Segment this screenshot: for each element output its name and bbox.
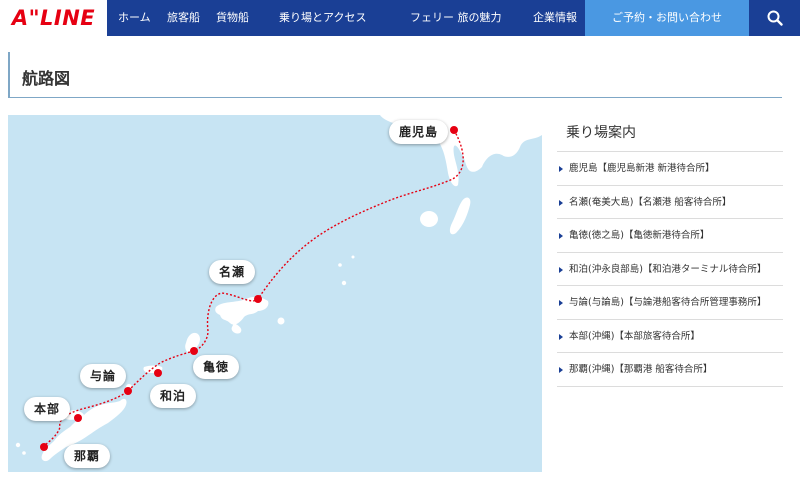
terminal-link-label: 鹿児島【鹿児島新港 新港待合所】: [569, 163, 715, 174]
port-label-naze[interactable]: 名瀬: [209, 260, 256, 284]
arrow-right-icon: [559, 166, 563, 172]
port-dot-wadomari: [154, 369, 162, 377]
port-dot-kametoku: [190, 347, 198, 355]
arrow-right-icon: [559, 199, 563, 206]
ferry-route-line: [41, 129, 464, 448]
port-label-kagoshima[interactable]: 鹿児島: [389, 120, 449, 144]
port-dot-naze: [254, 295, 262, 303]
terminal-link-kagoshima[interactable]: 鹿児島【鹿児島新港 新港待合所】: [557, 152, 783, 186]
arrow-right-icon: [559, 266, 563, 273]
nav-home[interactable]: ホーム: [118, 0, 151, 36]
terminal-list: 鹿児島【鹿児島新港 新港待合所】 名瀬(奄美大島)【名瀬港 船客待合所】 亀徳(…: [557, 152, 783, 387]
site-logo[interactable]: A"LINE: [0, 0, 107, 36]
terminal-link-kametoku[interactable]: 亀徳(徳之島)【亀徳新港待合所】: [557, 219, 783, 253]
page-title-section: 航路図: [8, 52, 782, 98]
terminal-link-wadomari[interactable]: 和泊(沖永良部島)【和泊港ターミナル待合所】: [557, 253, 783, 286]
arrow-right-icon: [559, 233, 563, 239]
port-label-kametoku[interactable]: 亀徳: [193, 355, 240, 379]
terminal-link-motobu[interactable]: 本部(沖縄)【本部旅客待合所】: [557, 320, 783, 353]
terminal-link-label: 亀徳(徳之島)【亀徳新港待合所】: [569, 230, 710, 241]
terminal-link-label: 和泊(沖永良部島)【和泊港ターミナル待合所】: [569, 263, 767, 275]
reservation-contact-button[interactable]: ご予約・お問い合わせ: [585, 0, 749, 36]
port-dot-naha: [40, 443, 48, 451]
terminal-link-label: 那覇(沖縄)【那覇港 船客待合所】: [569, 364, 713, 375]
port-label-naha[interactable]: 那覇: [64, 444, 111, 468]
nav-passenger-ships[interactable]: 旅客船: [167, 0, 200, 36]
port-label-yoron[interactable]: 与論: [80, 364, 127, 388]
terminal-link-naze[interactable]: 名瀬(奄美大島)【名瀬港 船客待合所】: [557, 186, 783, 219]
nav-cargo-ships[interactable]: 貨物船: [216, 0, 249, 36]
kakeromajima-island: [231, 323, 242, 334]
terminal-link-yoron[interactable]: 与論(与論島)【与論港船客待合所管理事務所】: [557, 286, 783, 320]
nav-terminals-access[interactable]: 乗り場とアクセス: [279, 0, 366, 36]
page-title: 航路図: [22, 69, 71, 88]
nav-company-info[interactable]: 企業情報: [533, 0, 577, 36]
terminal-link-label: 与論(与論島)【与論港船客待合所管理事務所】: [569, 297, 767, 308]
sidebar-title: 乗り場案内: [557, 115, 783, 152]
search-icon: [767, 10, 783, 26]
search-button[interactable]: [749, 0, 800, 36]
logo-text: A"LINE: [11, 6, 96, 30]
site-header: A"LINE ホーム 旅客船 貨物船 乗り場とアクセス フェリー 旅の魅力 企業…: [0, 0, 800, 36]
port-dot-kagoshima: [450, 126, 458, 134]
route-map: 鹿児島 名瀬 亀徳 和泊 与論 本部 那覇: [8, 115, 542, 472]
title-accent-bar: [8, 52, 10, 97]
tanegashima-island: [449, 197, 471, 235]
arrow-right-icon: [559, 300, 563, 306]
yakushima-island: [420, 211, 438, 227]
route-map-graphic: [15, 115, 542, 462]
port-label-wadomari[interactable]: 和泊: [150, 384, 197, 408]
terminal-link-label: 名瀬(奄美大島)【名瀬港 船客待合所】: [569, 196, 732, 208]
arrow-right-icon: [559, 333, 563, 340]
port-dot-yoron: [124, 387, 132, 395]
terminal-guide-sidebar: 乗り場案内 鹿児島【鹿児島新港 新港待合所】 名瀬(奄美大島)【名瀬港 船客待合…: [557, 115, 783, 387]
terminal-link-naha[interactable]: 那覇(沖縄)【那覇港 船客待合所】: [557, 353, 783, 387]
port-dot-motobu: [74, 414, 82, 422]
arrow-right-icon: [559, 367, 563, 373]
nav-ferry-travel[interactable]: フェリー 旅の魅力: [410, 0, 502, 36]
terminal-link-label: 本部(沖縄)【本部旅客待合所】: [569, 330, 700, 342]
port-label-motobu[interactable]: 本部: [24, 397, 71, 421]
